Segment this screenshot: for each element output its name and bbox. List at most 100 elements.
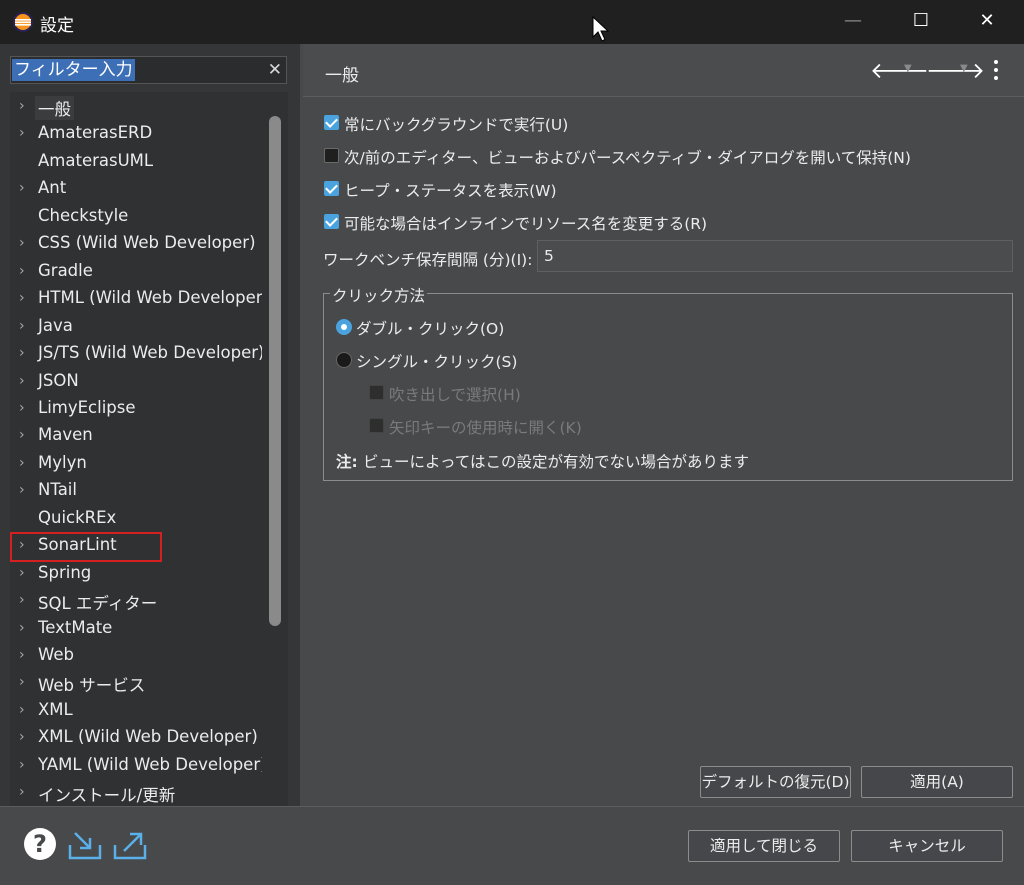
tree-item[interactable]: › Java [10, 313, 262, 340]
tree-item-label: JSON [38, 370, 79, 390]
tree-item[interactable]: › AmaterasERD [10, 120, 262, 147]
click-method-title: クリック方法 [330, 284, 428, 306]
import-icon[interactable] [67, 829, 103, 861]
note-text: ビューによってはこの設定が有効でない場合があります [363, 453, 749, 471]
note-prefix: 注: [336, 453, 358, 471]
tree-item-label: YAML (Wild Web Developer) [38, 754, 262, 774]
chevron-right-icon[interactable]: › [19, 647, 29, 663]
chevron-right-icon[interactable]: › [19, 263, 29, 279]
chevron-right-icon[interactable]: › [19, 125, 29, 141]
chevron-right-icon[interactable]: › [19, 620, 29, 636]
save-interval-input[interactable]: 5 [537, 240, 1013, 272]
tree-item[interactable]: › JS/TS (Wild Web Developer) [10, 340, 262, 367]
option-label-inline-rename: 可能な場合はインラインでリソース名を変更する(R) [344, 215, 708, 233]
chevron-right-icon[interactable]: › [19, 729, 29, 745]
chevron-right-icon[interactable]: › [19, 702, 29, 718]
tree-item[interactable]: › 一般 [10, 93, 262, 120]
chevron-right-icon[interactable]: › [19, 318, 29, 334]
chevron-right-icon[interactable]: › [19, 455, 29, 471]
maximize-button[interactable]: ☐ [898, 6, 944, 36]
option-label-keep-dialog: 次/前のエディター、ビューおよびパースペクティブ・ダイアログを開いて保持(N) [344, 149, 911, 167]
option-checkbox-keep-dialog[interactable] [324, 148, 339, 163]
chevron-right-icon[interactable]: › [19, 373, 29, 389]
hover-select-label: 吹き出しで選択(H) [389, 386, 521, 404]
tree-item-label: Checkstyle [38, 205, 129, 225]
tree-item-label: Mylyn [38, 452, 87, 472]
tree-item[interactable]: › Web [10, 642, 262, 669]
tree-item[interactable]: › NTail [10, 477, 262, 504]
forward-dropdown-icon[interactable]: ▼ [960, 63, 968, 74]
tree-item[interactable]: › HTML (Wild Web Developer) [10, 285, 262, 312]
tree-item[interactable]: › JSON [10, 368, 262, 395]
minimize-button[interactable]: — [830, 6, 876, 36]
chevron-right-icon[interactable]: › [19, 180, 29, 196]
tree-item[interactable]: › TextMate [10, 615, 262, 642]
tree-item[interactable]: › Gradle [10, 258, 262, 285]
forward-arrow-icon[interactable]: 🡒 [926, 58, 985, 84]
chevron-right-icon[interactable]: › [19, 98, 29, 114]
chevron-right-icon[interactable]: › [19, 592, 29, 608]
tree-item-label: Java [38, 315, 73, 335]
tree-item[interactable]: QuickREx [10, 505, 262, 532]
tree-item-label: NTail [38, 480, 77, 500]
double-click-label: ダブル・クリック(O) [356, 320, 505, 338]
view-menu-icon[interactable] [988, 58, 1004, 82]
tree-scrollbar-thumb[interactable] [269, 116, 281, 626]
tree-item[interactable]: › インストール/更新 [10, 779, 262, 806]
apply-and-close-button[interactable]: 適用して閉じる [688, 830, 840, 862]
tree-item-label: 一般 [35, 96, 74, 120]
option-checkbox-heap-status[interactable] [324, 181, 339, 196]
option-label-heap-status: ヒープ・ステータスを表示(W) [344, 182, 557, 200]
save-interval-label: ワークベンチ保存間隔 (分)(I): [323, 251, 533, 269]
restore-defaults-button[interactable]: デフォルトの復元(D) [700, 766, 851, 798]
tree-item-label: QuickREx [38, 507, 117, 527]
export-icon[interactable] [112, 829, 148, 861]
clear-filter-icon[interactable]: ✕ [268, 59, 282, 81]
arrow-open-label: 矢印キーの使用時に開く(K) [389, 419, 582, 437]
preference-tree[interactable]: › 一般 › AmaterasERD AmaterasUML › Ant Checkstyle… [10, 92, 262, 806]
tree-item[interactable]: › Maven [10, 422, 262, 449]
help-icon[interactable]: ? [24, 828, 56, 860]
tree-item[interactable]: › YAML (Wild Web Developer) [10, 752, 262, 779]
tree-item-label: AmaterasERD [38, 123, 153, 143]
chevron-right-icon[interactable]: › [19, 427, 29, 443]
back-dropdown-icon[interactable]: ▼ [904, 63, 912, 74]
chevron-right-icon[interactable]: › [19, 235, 29, 251]
filter-input[interactable]: フィルター入力 ✕ [10, 56, 287, 84]
chevron-right-icon[interactable]: › [19, 290, 29, 306]
tree-item-label: XML (Wild Web Developer) [38, 727, 258, 747]
tree-item[interactable]: › XML [10, 697, 262, 724]
back-arrow-icon[interactable]: 🡐 [870, 58, 929, 84]
cancel-button[interactable]: キャンセル [851, 830, 1003, 862]
tree-item[interactable]: AmaterasUML [10, 148, 262, 175]
tree-item[interactable]: › CSS (Wild Web Developer) [10, 230, 262, 257]
hover-select-checkbox[interactable] [369, 385, 384, 400]
chevron-right-icon[interactable]: › [19, 757, 29, 773]
filter-input-text[interactable]: フィルター入力 [12, 59, 135, 81]
tree-item[interactable]: › Web サービス [10, 669, 262, 696]
option-checkbox-inline-rename[interactable] [324, 214, 339, 229]
chevron-right-icon[interactable]: › [19, 674, 29, 690]
tree-item[interactable]: › XML (Wild Web Developer) [10, 724, 262, 751]
tree-item[interactable]: › Spring [10, 560, 262, 587]
close-button[interactable]: ✕ [964, 6, 1010, 36]
chevron-right-icon[interactable]: › [19, 482, 29, 498]
option-checkbox-background-run[interactable] [324, 115, 339, 130]
eclipse-icon [13, 12, 33, 32]
single-click-radio[interactable] [336, 352, 352, 368]
tree-item-label: SQL エディター [38, 594, 158, 614]
chevron-right-icon[interactable]: › [19, 784, 29, 800]
arrow-open-checkbox[interactable] [369, 418, 384, 433]
save-interval-value[interactable]: 5 [544, 247, 554, 265]
tree-item[interactable]: › SQL エディター [10, 587, 262, 614]
chevron-right-icon[interactable]: › [19, 565, 29, 581]
chevron-right-icon[interactable]: › [19, 400, 29, 416]
apply-button[interactable]: 適用(A) [861, 766, 1013, 798]
double-click-radio[interactable] [336, 319, 352, 335]
tree-item[interactable]: › Ant [10, 175, 262, 202]
tree-item-label: JS/TS (Wild Web Developer) [38, 343, 262, 363]
tree-item[interactable]: › LimyEclipse [10, 395, 262, 422]
tree-item[interactable]: Checkstyle [10, 203, 262, 230]
chevron-right-icon[interactable]: › [19, 345, 29, 361]
tree-item[interactable]: › Mylyn [10, 450, 262, 477]
